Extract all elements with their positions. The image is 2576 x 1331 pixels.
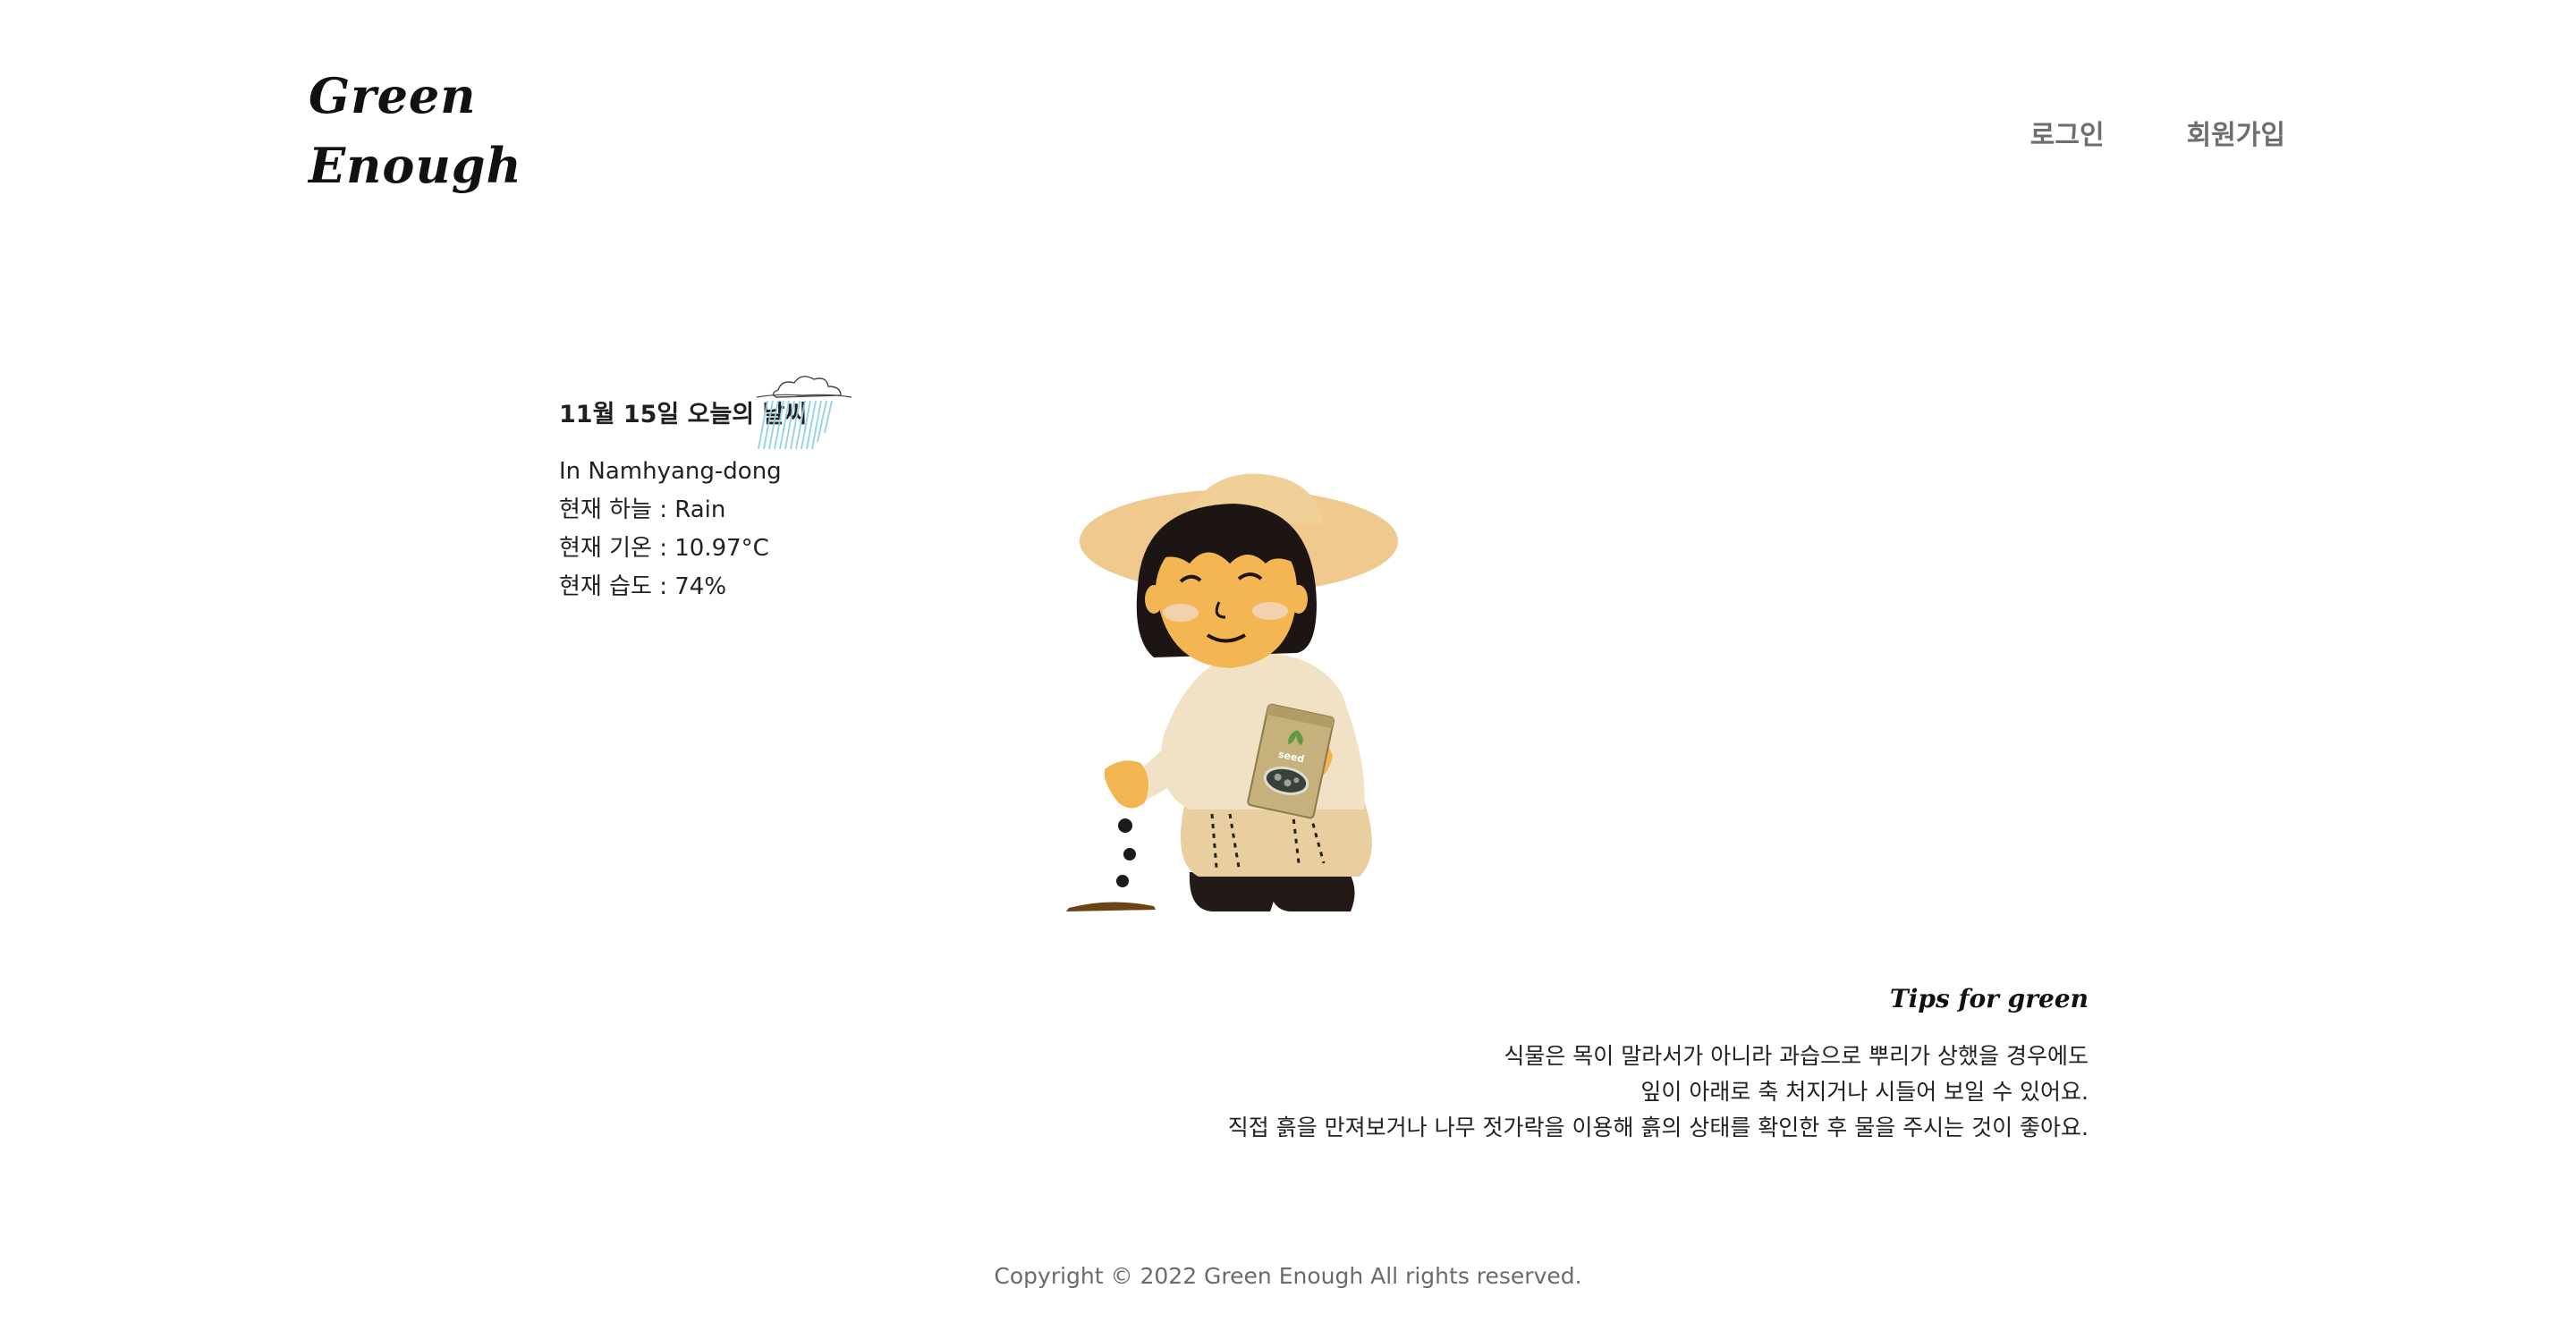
seed-dot bbox=[1123, 848, 1136, 860]
soil-mound bbox=[1066, 902, 1156, 911]
left-boot bbox=[1189, 872, 1275, 911]
right-boot bbox=[1267, 872, 1355, 911]
seed-dot bbox=[1118, 818, 1132, 833]
tips-line: 식물은 목이 말라서가 아니라 과습으로 뿌리가 상했을 경우에도 bbox=[1504, 1043, 2089, 1069]
page: Green Enough 로그인 회원가입 11월 15일 오늘의 날씨 In … bbox=[0, 0, 2576, 1331]
gardener-illustration: seed bbox=[1066, 473, 1398, 911]
seed-dot bbox=[1116, 875, 1129, 887]
weather-location: In Namhyang-dong bbox=[559, 458, 782, 485]
login-link[interactable]: 로그인 bbox=[2030, 113, 2105, 152]
weather-humidity: 현재 습도 : 74% bbox=[559, 573, 727, 600]
rain-cloud-icon bbox=[756, 376, 852, 450]
weather-title-row: 11월 15일 오늘의 날씨 bbox=[559, 376, 935, 450]
weather-panel: 11월 15일 오늘의 날씨 In Namhyang-dong 현재 하늘: … bbox=[559, 376, 935, 606]
logo-line-2: Enough bbox=[309, 137, 522, 194]
pants bbox=[1181, 801, 1372, 877]
top-nav: 로그인 회원가입 bbox=[2030, 113, 2285, 152]
plant-tips: Tips for green 식물은 목이 말라서가 아니라 과습으로 뿌리가 … bbox=[1015, 984, 2089, 1146]
site-logo[interactable]: Green Enough bbox=[309, 61, 522, 200]
weather-temperature: 현재 기온 : 10.97°C bbox=[559, 535, 769, 562]
tips-line: 직접 흙을 만져보거나 나무 젓가락을 이용해 흙의 상태를 확인한 후 물을 … bbox=[1227, 1115, 2089, 1140]
tips-line: 잎이 아래로 축 처지거나 시들어 보일 수 있어요. bbox=[1640, 1079, 2089, 1105]
footer-copyright: Copyright © 2022 Green Enough All rights… bbox=[994, 1263, 1582, 1289]
logo-line-1: Green bbox=[309, 67, 477, 124]
signup-link[interactable]: 회원가입 bbox=[2187, 113, 2285, 152]
left-hand bbox=[1105, 760, 1148, 809]
weather-sky: 현재 하늘 : Rain bbox=[559, 496, 726, 523]
tips-title: Tips for green bbox=[1889, 984, 2089, 1013]
